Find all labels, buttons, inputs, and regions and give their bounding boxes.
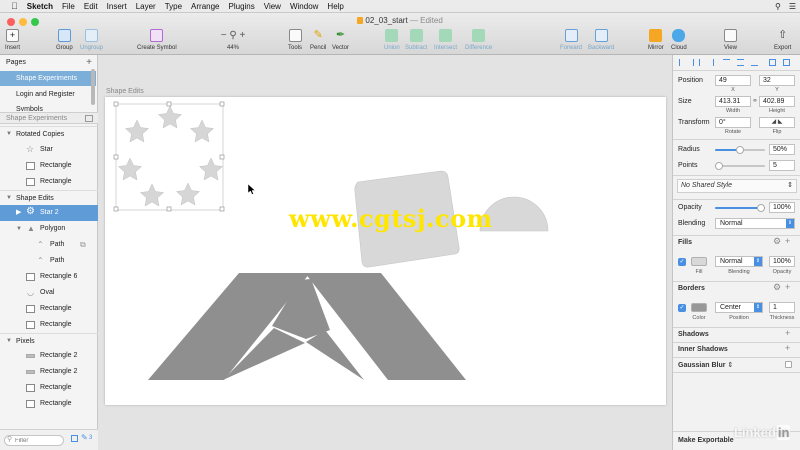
add-fill-icon[interactable]: + — [785, 236, 790, 246]
border-color-sub-label: Color — [692, 315, 706, 321]
y-field[interactable]: 32 — [759, 75, 795, 86]
shared-style-label: No Shared Style — [681, 182, 732, 189]
y-label: Y — [775, 87, 779, 93]
lock-ratio-icon[interactable]: ⚭ — [752, 97, 758, 105]
blending-label: Blending — [678, 220, 706, 227]
points-field[interactable]: 5 — [769, 160, 795, 171]
opacity-slider[interactable] — [715, 204, 765, 212]
align-bottom-icon[interactable] — [751, 59, 758, 66]
fill-blending-sub-label: Blending — [728, 269, 750, 275]
align-right-icon[interactable] — [707, 59, 714, 66]
opacity-label: Opacity — [678, 204, 702, 211]
chevron-updown-icon: ⇕ — [727, 362, 734, 369]
divider — [673, 372, 800, 373]
fill-settings-icon[interactable]: ⚙ — [773, 236, 781, 247]
watermark-text: www.cgtsj.com — [289, 204, 493, 233]
border-thickness-field[interactable]: 1 — [769, 302, 795, 313]
add-inner-shadow-icon[interactable]: + — [785, 343, 790, 353]
fill-opacity-sub-label: Opacity — [772, 269, 792, 275]
gaussian-blur-header[interactable]: Gaussian Blur ⇕ — [678, 361, 733, 369]
divider — [673, 342, 800, 343]
radius-field[interactable]: 50% — [769, 144, 795, 155]
make-exportable-label[interactable]: Make Exportable — [678, 437, 734, 444]
align-center-icon[interactable] — [693, 59, 700, 66]
rotate-label: Rotate — [724, 129, 742, 135]
border-enabled-checkbox[interactable]: ✓ — [678, 304, 686, 312]
shadows-header[interactable]: Shadows — [678, 331, 709, 338]
alignment-bar — [673, 55, 800, 71]
divider — [673, 199, 800, 200]
linkedin-watermark: Linked in — [734, 425, 791, 440]
radius-slider[interactable] — [715, 146, 765, 154]
select-arrows-icon: ⇕ — [754, 257, 762, 266]
height-field[interactable]: 402.89 — [759, 96, 795, 107]
opacity-slider-knob[interactable] — [757, 204, 765, 212]
flip-control[interactable]: ◢ ◣ — [759, 117, 795, 128]
add-shadow-icon[interactable]: + — [785, 328, 790, 338]
blending-select[interactable]: Normal ⇕ — [715, 218, 795, 229]
inspector-panel: Position 49 32 X Y Size 413.31 ⚭ 402.89 … — [672, 55, 800, 450]
position-label: Position — [678, 77, 703, 84]
divider — [673, 139, 800, 140]
x-field[interactable]: 49 — [715, 75, 751, 86]
flip-label: Flip — [772, 129, 782, 135]
divider — [673, 357, 800, 358]
align-top-icon[interactable] — [723, 59, 730, 66]
divider — [673, 327, 800, 328]
opacity-field[interactable]: 100% — [769, 202, 795, 213]
fill-opacity-field[interactable]: 100% — [769, 256, 795, 267]
width-field[interactable]: 413.31 — [715, 96, 751, 107]
height-label: Height — [769, 108, 785, 114]
distribute-horizontal-icon[interactable] — [769, 59, 776, 66]
chevron-updown-icon: ⇕ — [787, 182, 793, 189]
x-label: X — [731, 87, 735, 93]
linkedin-in-logo: in — [776, 425, 791, 440]
fill-enabled-checkbox[interactable]: ✓ — [678, 258, 686, 266]
inner-shadows-header[interactable]: Inner Shadows — [678, 346, 728, 353]
star-ring-shape[interactable] — [117, 105, 224, 207]
radius-slider-knob[interactable] — [736, 146, 744, 154]
shared-style-dropdown[interactable]: No Shared Style ⇕ — [677, 179, 797, 193]
blending-value: Normal — [720, 220, 743, 227]
select-arrows-icon: ⇕ — [754, 303, 762, 312]
points-slider[interactable] — [715, 162, 765, 170]
border-position-sub-label: Position — [729, 315, 749, 321]
divider — [673, 175, 800, 176]
border-thickness-sub-label: Thickness — [769, 315, 795, 321]
points-label: Points — [678, 162, 698, 169]
fill-sub-label: Fill — [695, 269, 703, 275]
mouse-cursor-icon — [247, 183, 256, 195]
linkedin-wordmark: Linked — [734, 425, 776, 440]
fill-blending-select[interactable]: Normal ⇕ — [715, 256, 763, 267]
gaussian-blur-checkbox[interactable] — [785, 361, 792, 368]
distribute-vertical-icon[interactable] — [783, 59, 790, 66]
align-left-icon[interactable] — [679, 59, 686, 66]
gaussian-blur-label: Gaussian Blur — [678, 362, 726, 369]
size-label: Size — [678, 98, 692, 105]
select-arrows-icon: ⇕ — [786, 219, 794, 228]
fills-header: Fills — [678, 239, 693, 246]
rotate-field[interactable]: 0° — [715, 117, 751, 128]
border-color-swatch[interactable] — [691, 303, 707, 312]
radius-label: Radius — [678, 146, 700, 153]
fill-color-swatch[interactable] — [691, 257, 707, 266]
border-position-select[interactable]: Center ⇕ — [715, 302, 763, 313]
align-middle-icon[interactable] — [737, 59, 744, 66]
transform-label: Transform — [678, 119, 710, 126]
borders-header: Borders — [678, 285, 705, 292]
points-slider-knob[interactable] — [715, 162, 723, 170]
border-settings-icon[interactable]: ⚙ — [773, 282, 781, 293]
polygon-paths-shape[interactable] — [148, 273, 466, 380]
fill-blending-value: Normal — [720, 258, 743, 265]
border-position-value: Center — [720, 304, 742, 311]
width-label: Width — [725, 108, 741, 114]
add-border-icon[interactable]: + — [785, 282, 790, 292]
